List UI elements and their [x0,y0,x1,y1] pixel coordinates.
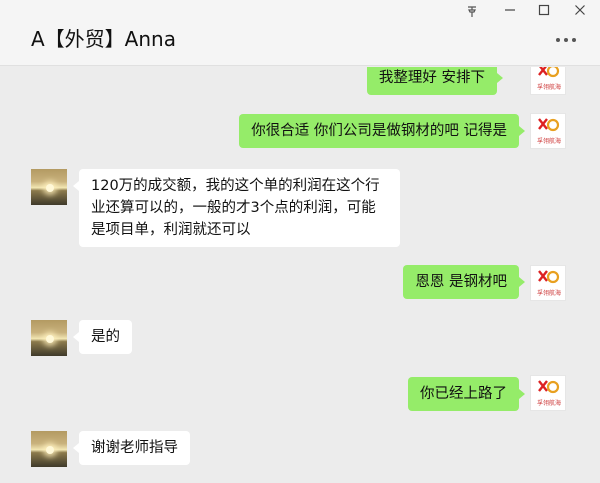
logo-icon [538,380,560,394]
close-icon[interactable] [570,4,590,22]
contact-avatar[interactable] [31,431,67,467]
pin-icon[interactable] [462,4,482,22]
my-avatar[interactable]: 孚翎航海 [530,375,566,411]
chat-area[interactable]: 我整理好 安排下 孚翎航海 你很合适 你们公司是做钢材的吧 记得是 孚翎航海 1… [0,67,600,483]
my-avatar[interactable]: 孚翎航海 [530,67,566,95]
logo-text: 孚翎航海 [536,138,561,145]
message-bubble[interactable]: 谢谢老师指导 [73,431,190,465]
contact-avatar[interactable] [31,320,67,356]
contact-avatar[interactable] [31,169,67,205]
message-bubble[interactable]: 是的 [73,320,132,354]
message-bubble[interactable]: 你很合适 你们公司是做钢材的吧 记得是 [239,114,525,148]
minimize-icon[interactable] [500,4,520,22]
logo-text: 孚翎航海 [536,84,561,91]
chat-title: A【外贸】Anna [31,27,176,51]
message-bubble[interactable]: 120万的成交额，我的这个单的利润在这个行业还算可以的，一般的才3个点的利润，可… [73,169,400,247]
message-bubble[interactable]: 我整理好 安排下 [366,67,504,95]
title-bar: A【外贸】Anna [0,0,600,66]
my-avatar[interactable]: 孚翎航海 [530,265,566,301]
my-avatar[interactable]: 孚翎航海 [530,113,566,149]
logo-text: 孚翎航海 [536,290,561,297]
logo-icon [538,67,560,78]
logo-text: 孚翎航海 [536,400,561,407]
more-icon[interactable] [554,30,578,50]
message-bubble[interactable]: 你已经上路了 [408,377,525,411]
message-bubble[interactable]: 恩恩 是钢材吧 [403,265,525,299]
logo-icon [538,270,560,284]
maximize-icon[interactable] [534,4,554,22]
logo-icon [538,118,560,132]
